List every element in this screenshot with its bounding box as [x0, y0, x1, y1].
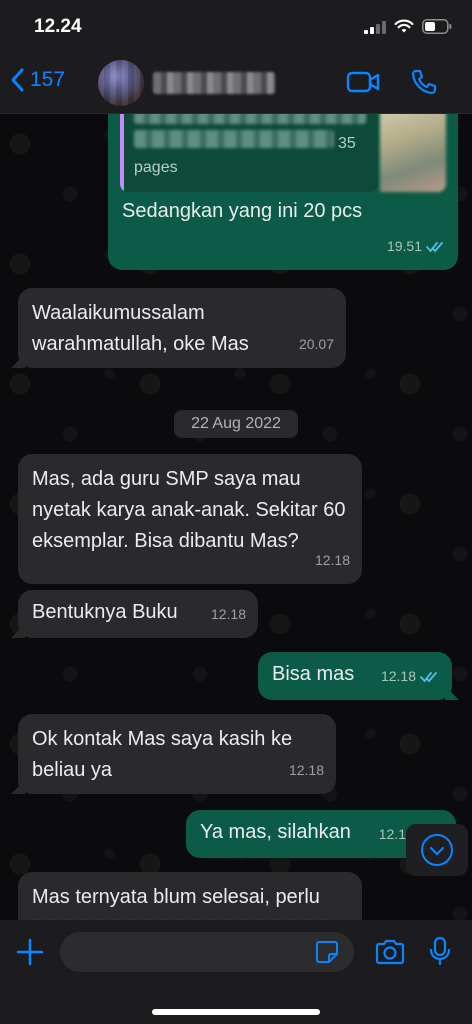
phone-icon — [411, 69, 437, 95]
document-pages-label: pages — [134, 159, 178, 176]
home-indicator — [152, 1009, 320, 1015]
unread-count: 157 — [30, 68, 66, 91]
voice-call-button[interactable] — [410, 68, 438, 101]
document-subtitle-redacted — [134, 130, 334, 148]
message-bubble-incoming[interactable]: Ok kontak Mas saya kasih ke beliau ya 12… — [18, 714, 336, 794]
message-bubble-incoming[interactable]: Waalaikumussalam warahmatullah, oke Mas … — [18, 288, 346, 368]
message-meta: 12.1 — [379, 819, 406, 850]
video-camera-icon — [346, 71, 380, 93]
document-page-count: 35 — [338, 135, 356, 152]
status-time: 12.24 — [34, 16, 82, 37]
camera-button[interactable] — [374, 939, 406, 970]
cellular-signal-icon — [364, 20, 386, 34]
document-thumbnail[interactable] — [380, 114, 446, 192]
chevron-down-icon — [429, 846, 445, 856]
contact-name-redacted[interactable] — [153, 72, 275, 94]
message-time: 12.18 — [210, 606, 246, 622]
message-bubble-outgoing[interactable]: Bisa mas 12.18 — [258, 652, 452, 700]
message-meta: 12.18 — [211, 599, 246, 630]
double-check-icon — [426, 241, 443, 252]
message-time: 12.18 — [288, 762, 324, 778]
message-time: 20.07 — [298, 336, 334, 352]
plus-icon — [16, 938, 44, 966]
message-bubble-outgoing[interactable]: 35 pages Sedangkan yang ini 20 pcs 19.51 — [108, 114, 458, 270]
message-time: 12.1 — [378, 826, 406, 842]
status-bar: 12.24 — [0, 0, 472, 52]
message-bubble-incoming[interactable]: Mas, ada guru SMP saya mau nyetak karya … — [18, 454, 362, 584]
scroll-to-bottom-button[interactable] — [406, 824, 468, 876]
voice-message-button[interactable] — [428, 936, 452, 971]
message-time: 19.51 — [386, 238, 422, 254]
video-call-button[interactable] — [346, 70, 380, 99]
message-text: Mas ternyata blum selesai, perlu — [32, 886, 320, 908]
double-check-icon — [420, 671, 437, 682]
microphone-icon — [429, 936, 451, 966]
back-button[interactable]: 157 — [10, 68, 65, 92]
message-meta: 12.18 — [289, 755, 324, 786]
document-preview[interactable]: 35 pages — [120, 114, 378, 192]
message-meta: 12.18 — [315, 545, 350, 576]
message-time: 12.18 — [380, 668, 416, 684]
message-bubble-incoming[interactable]: Mas ternyata blum selesai, perlu — [18, 872, 362, 920]
message-text: Mas, ada guru SMP saya mau nyetak karya … — [32, 468, 346, 552]
message-time: 12.18 — [314, 552, 350, 568]
status-icons — [364, 19, 452, 34]
date-separator: 22 Aug 2022 — [174, 410, 298, 438]
wifi-icon — [394, 19, 414, 33]
attach-button[interactable] — [16, 938, 44, 971]
contact-avatar[interactable] — [98, 60, 144, 106]
message-meta: 19.51 — [387, 231, 446, 262]
message-list[interactable]: 35 pages Sedangkan yang ini 20 pcs 19.51… — [0, 114, 472, 920]
camera-icon — [375, 939, 405, 965]
message-input[interactable] — [60, 932, 354, 972]
message-text: Waalaikumussalam warahmatullah, oke Mas — [32, 302, 249, 355]
message-composer — [0, 920, 472, 1024]
chevron-left-icon — [11, 68, 24, 92]
message-text: Sedangkan yang ini 20 pcs — [122, 200, 363, 222]
battery-icon — [422, 19, 452, 34]
sticker-icon — [316, 941, 338, 963]
message-text: Ok kontak Mas saya kasih ke beliau ya — [32, 728, 293, 781]
document-title-redacted — [134, 114, 366, 124]
message-bubble-incoming[interactable]: Bentuknya Buku 12.18 — [18, 590, 258, 638]
chat-header: 157 — [0, 52, 472, 114]
message-meta: 12.18 — [381, 661, 440, 692]
sticker-button[interactable] — [315, 940, 339, 969]
message-meta: 20.07 — [299, 329, 334, 360]
